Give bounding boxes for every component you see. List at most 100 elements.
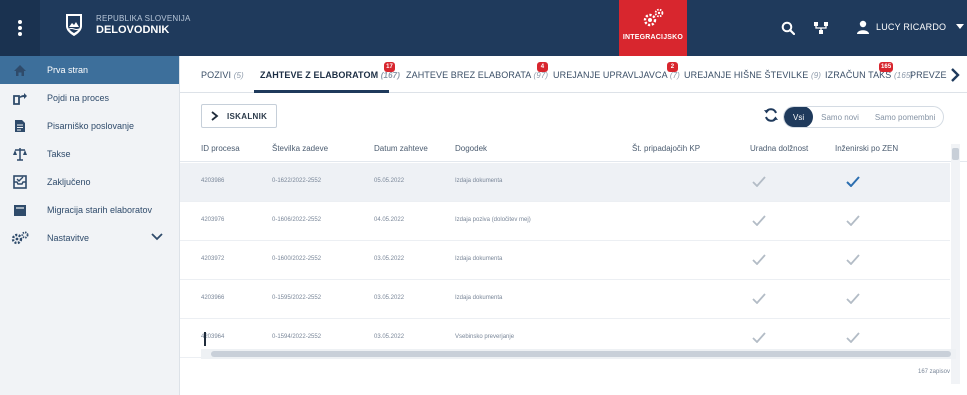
cell-request-date: 04.05.2022 (374, 217, 405, 223)
caret-down-icon (956, 24, 965, 29)
cell-case-number: 0-1622/2022-2552 (272, 178, 322, 184)
tab-count: (97) (533, 71, 549, 80)
sidebar-item-settings[interactable]: Nastavitve (0, 224, 179, 252)
check-icon (752, 176, 766, 187)
tab-requests-without-elaborate[interactable]: ZAHTEVE BREZ ELABORATA (97) 4 (406, 62, 549, 80)
cell-request-date: 03.05.2022 (374, 256, 405, 262)
sidebar-item-label: Migracija starih elaboratov (47, 205, 153, 215)
filter-all[interactable]: Vsi (784, 107, 814, 127)
sidebar-item-go-to-process[interactable]: Pojdi na proces (0, 84, 179, 112)
cell-event: Vsebinsko preverjanje (455, 334, 515, 340)
notification-badge: 17 (384, 62, 395, 72)
active-tab-indicator (254, 90, 389, 93)
column-header[interactable]: Uradna dolžnost (750, 144, 808, 153)
check-icon (846, 176, 860, 187)
tab-pozivi[interactable]: POZIVI (5) (201, 70, 244, 80)
home-icon (10, 64, 30, 77)
tab-label: ZAHTEVE BREZ ELABORATA (406, 70, 531, 80)
cell-process-id: 4203966 (201, 295, 225, 301)
column-header[interactable]: ID procesa (201, 144, 240, 153)
cell-case-number: 0-1600/2022-2552 (272, 256, 322, 262)
cell-event: Izdaja dokumenta (455, 295, 503, 301)
chevron-down-icon[interactable] (151, 233, 163, 241)
cell-request-date: 05.05.2022 (374, 178, 405, 184)
archive-icon (10, 175, 30, 189)
horizontal-scrollbar[interactable] (201, 349, 956, 359)
chevron-right-icon[interactable] (950, 68, 960, 82)
vertical-scrollbar[interactable] (951, 144, 960, 384)
gears-icon (643, 8, 664, 27)
record-count: 167 zapisov (918, 369, 951, 375)
check-icon (752, 332, 766, 343)
tab-label: UREJANJE UPRAVLJAVCA (553, 70, 668, 80)
column-header[interactable]: Datum zahteve (374, 144, 428, 153)
crest-icon (66, 14, 82, 36)
cell-event: Izdaja dokumenta (455, 256, 503, 262)
hierarchy-button[interactable] (809, 16, 833, 40)
column-header[interactable]: Dogodek (455, 144, 487, 153)
sidebar-item-label: Pisarniško poslovanje (47, 121, 135, 131)
integration-button[interactable]: INTEGRACIJSKO (619, 0, 687, 56)
main-content: POZIVI (5) ZAHTEVE Z ELABORATOM (167) 17… (180, 56, 967, 395)
cell-process-id: 4203986 (201, 178, 225, 184)
search-panel-button[interactable]: ISKALNIK (201, 104, 277, 128)
migration-icon (10, 204, 30, 217)
refresh-icon[interactable] (763, 107, 779, 123)
search-icon (781, 21, 795, 35)
tab-house-number-editing[interactable]: UREJANJE HIŠNE ŠTEVILKE (9) (684, 70, 821, 80)
sidebar-item-office[interactable]: Pisarniško poslovanje (0, 112, 179, 140)
check-icon (752, 254, 766, 265)
menu-button[interactable] (0, 0, 40, 56)
settings-icon (10, 231, 30, 245)
integration-label: INTEGRACIJSKO (622, 34, 684, 41)
sidebar-item-home[interactable]: Prva stran (0, 56, 179, 84)
column-header[interactable]: Številka zadeve (272, 144, 328, 153)
table-row[interactable]: 4203986 0-1622/2022-2552 05.05.2022 Izda… (180, 163, 950, 202)
check-icon (846, 215, 860, 226)
tab-requests-with-elaborate[interactable]: ZAHTEVE Z ELABORATOM (167) 17 (260, 62, 400, 80)
notification-badge: 2 (667, 62, 678, 72)
sidebar-item-migration[interactable]: Migracija starih elaboratov (0, 196, 179, 224)
tab-fee-calculation[interactable]: IZRAČUN TAKS (165) 165 (825, 62, 913, 80)
hierarchy-icon (814, 22, 828, 34)
cell-process-id: 4203976 (201, 217, 225, 223)
share-icon (10, 92, 30, 105)
tab-count: (9) (810, 71, 822, 80)
table-row[interactable]: 4203972 0-1600/2022-2552 03.05.2022 Izda… (180, 241, 950, 280)
brand[interactable]: REPUBLIKA SLOVENIJA DELOVODNIK (64, 12, 191, 38)
scales-icon (10, 147, 30, 161)
scrollbar-thumb[interactable] (952, 148, 959, 160)
cell-request-date: 03.05.2022 (374, 334, 405, 340)
text-cursor (204, 332, 206, 346)
sidebar-item-fees[interactable]: Takse (0, 140, 179, 168)
table-row[interactable]: 4203966 0-1595/2022-2552 03.05.2022 Izda… (180, 280, 950, 319)
cell-process-id: 4203972 (201, 256, 225, 262)
check-icon (752, 215, 766, 226)
sidebar-item-completed[interactable]: Zaključeno (0, 168, 179, 196)
cell-case-number: 0-1606/2022-2552 (272, 217, 322, 223)
tab-count: (7) (669, 71, 680, 80)
search-panel-label: ISKALNIK (227, 111, 268, 121)
filter-important-only[interactable]: Samo pomembni (867, 107, 943, 127)
notification-badge: 165 (879, 62, 894, 72)
user-menu[interactable]: LUCY RICARDO (856, 20, 965, 34)
sidebar-item-label: Zaključeno (47, 177, 91, 187)
document-icon (10, 119, 30, 133)
check-icon (846, 293, 860, 304)
tab-manager-editing[interactable]: UREJANJE UPRAVLJAVCA (7) 2 (553, 62, 680, 80)
filter-toggle: Vsi Samo novi Samo pomembni (783, 106, 945, 128)
column-header[interactable]: Št. pripadajočih KP (632, 144, 700, 153)
search-button[interactable] (776, 16, 800, 40)
tab-bar: POZIVI (5) ZAHTEVE Z ELABORATOM (167) 17… (180, 56, 967, 93)
check-icon (846, 254, 860, 265)
top-bar: REPUBLIKA SLOVENIJA DELOVODNIK INTEGRACI… (0, 0, 967, 56)
filter-new-only[interactable]: Samo novi (813, 107, 867, 127)
sidebar-item-label: Pojdi na proces (47, 93, 110, 103)
tab-count: (5) (233, 71, 244, 80)
tab-label: PREVZE (910, 70, 947, 80)
tab-prevzem[interactable]: PREVZE (910, 70, 950, 80)
table-row[interactable]: 4203976 0-1606/2022-2552 04.05.2022 Izda… (180, 202, 950, 241)
scrollbar-thumb[interactable] (211, 351, 951, 357)
user-icon (857, 20, 869, 34)
column-header[interactable]: Inženirski po ZEN (835, 144, 898, 153)
